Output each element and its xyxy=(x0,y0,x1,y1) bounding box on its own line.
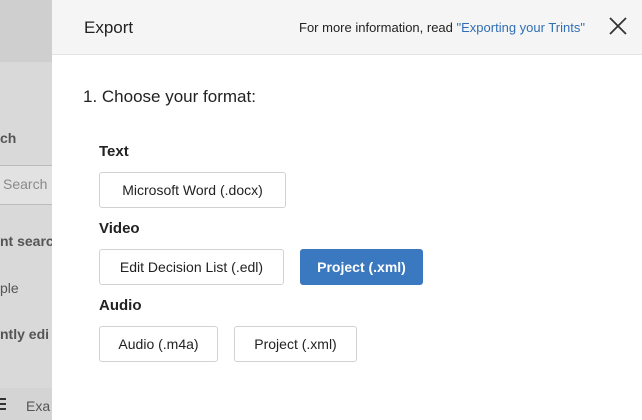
info-text: For more information, read "Exporting yo… xyxy=(299,20,585,35)
background-text-recently-edited: ntly edi xyxy=(0,326,50,342)
group-label-text: Text xyxy=(99,143,129,160)
step-title: 1. Choose your format: xyxy=(83,87,256,106)
background-search-input: Search xyxy=(0,165,52,205)
background-app: ch Search nt searc ple ntly edi Exa xyxy=(0,0,52,420)
background-text-recent-search: nt searc xyxy=(0,233,52,249)
format-button-audio-xml[interactable]: Project (.xml) xyxy=(234,326,357,362)
format-button-m4a[interactable]: Audio (.m4a) xyxy=(99,326,218,362)
close-button[interactable] xyxy=(608,16,630,38)
info-prefix: For more information, read xyxy=(299,20,457,35)
exporting-help-link[interactable]: "Exporting your Trints" xyxy=(457,20,585,35)
export-modal: Export For more information, read "Expor… xyxy=(52,0,642,420)
background-search-placeholder: Search xyxy=(3,176,48,192)
background-header xyxy=(0,0,52,62)
group-label-audio: Audio xyxy=(99,297,142,314)
format-button-docx[interactable]: Microsoft Word (.docx) xyxy=(99,172,286,208)
background-text-heading: ch xyxy=(0,130,17,146)
modal-header: Export For more information, read "Expor… xyxy=(52,0,642,55)
close-icon xyxy=(609,17,627,35)
modal-title: Export xyxy=(84,18,134,37)
group-label-video: Video xyxy=(99,220,140,237)
format-button-edl[interactable]: Edit Decision List (.edl) xyxy=(99,249,284,285)
background-bottom-bar: Exa xyxy=(0,388,52,420)
list-icon xyxy=(0,398,6,410)
background-text-example: ple xyxy=(0,280,19,296)
format-button-video-xml[interactable]: Project (.xml) xyxy=(300,249,423,285)
background-text-bottom: Exa xyxy=(26,398,51,414)
